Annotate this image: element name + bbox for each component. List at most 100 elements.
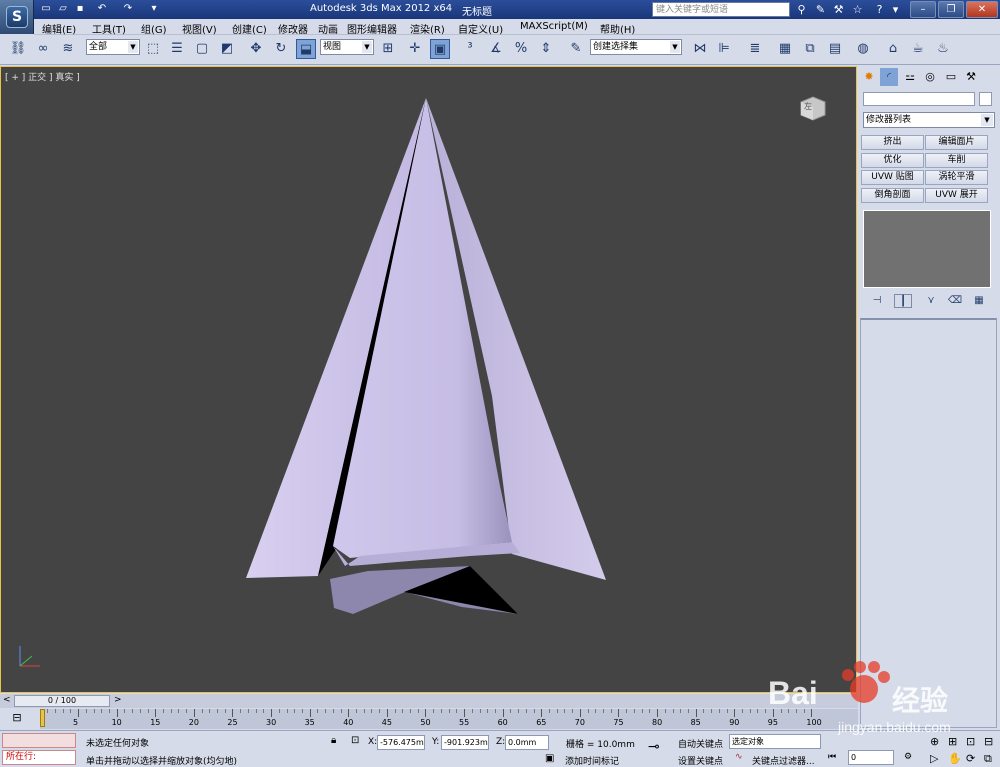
menu-animation[interactable]: 动画: [318, 21, 338, 36]
edit-named-selection-icon[interactable]: ✎: [566, 39, 586, 59]
spinner-snap-icon[interactable]: ⇕: [536, 39, 556, 59]
snap-toggle-icon[interactable]: ³: [460, 39, 480, 59]
close-button[interactable]: ✕: [966, 1, 998, 18]
x-coordinate-field[interactable]: -576.475m: [377, 735, 425, 750]
create-tab-icon[interactable]: ✸: [860, 68, 878, 86]
unlink-icon[interactable]: ∞: [33, 39, 53, 59]
maximize-viewport-icon[interactable]: ⧉: [984, 752, 992, 766]
time-next-icon[interactable]: >: [114, 695, 122, 705]
angle-snap-icon[interactable]: ∡: [486, 39, 506, 59]
select-object-icon[interactable]: ⬚: [143, 39, 163, 59]
modifier-button-turbosmooth[interactable]: 涡轮平滑: [925, 170, 988, 185]
menu-rendering[interactable]: 渲染(R): [410, 21, 445, 36]
undo-icon[interactable]: ↶: [96, 3, 108, 15]
zoom-icon[interactable]: ⊕: [930, 735, 939, 748]
field-of-view-icon[interactable]: ▷: [930, 752, 938, 765]
modifier-list-dropdown[interactable]: 修改器列表 ▼: [863, 112, 995, 128]
viewcube[interactable]: 左: [798, 95, 828, 121]
auto-key-button[interactable]: 自动关键点: [678, 737, 723, 750]
orbit-icon[interactable]: ⟳: [966, 752, 975, 765]
binoculars-icon[interactable]: ⚲: [794, 2, 809, 17]
bind-space-warp-icon[interactable]: ≋: [58, 39, 78, 59]
window-crossing-icon[interactable]: ◩: [217, 39, 237, 59]
goto-start-icon[interactable]: ⏮: [828, 752, 836, 762]
search-input[interactable]: 键入关键字或短语: [652, 2, 790, 17]
zoom-extents-all-icon[interactable]: ⊟: [984, 735, 993, 748]
favorites-icon[interactable]: ☆: [850, 2, 865, 17]
layer-manager-icon[interactable]: ≣: [745, 39, 765, 59]
z-coordinate-field[interactable]: 0.0mm: [505, 735, 549, 750]
menu-group[interactable]: 组(G): [141, 21, 167, 36]
modifier-button-optimize[interactable]: 优化: [861, 153, 924, 168]
object-color-swatch[interactable]: [979, 92, 992, 106]
subscription-icon[interactable]: ✎: [813, 2, 828, 17]
rect-selection-icon[interactable]: ▢: [192, 39, 212, 59]
pan-icon[interactable]: ✋: [948, 752, 962, 765]
menu-tools[interactable]: 工具(T): [92, 21, 126, 36]
help-icon[interactable]: ?: [872, 2, 887, 17]
remove-modifier-icon[interactable]: ⌫: [946, 294, 964, 308]
move-icon[interactable]: ✥: [246, 39, 266, 59]
align-icon[interactable]: ⊫: [714, 39, 734, 59]
display-tab-icon[interactable]: ▭: [942, 68, 960, 86]
menu-customize[interactable]: 自定义(U): [458, 21, 503, 36]
pin-stack-icon[interactable]: ⊣: [868, 294, 886, 308]
configure-sets-icon[interactable]: ▦: [970, 294, 988, 308]
scale-icon[interactable]: ⬓: [296, 39, 316, 59]
open-file-icon[interactable]: ▱: [57, 3, 69, 15]
motion-tab-icon[interactable]: ◎: [921, 68, 939, 86]
key-icon[interactable]: ⊸: [648, 739, 660, 755]
schematic-view-icon[interactable]: ▤: [825, 39, 845, 59]
object-name-field[interactable]: [863, 92, 975, 106]
menu-view[interactable]: 视图(V): [182, 21, 217, 36]
help-dropdown-icon[interactable]: ▾: [888, 2, 903, 17]
frame-ruler[interactable]: 5 10 15 20 25 30 35 40 45 50 55 60 65 70 75 80 85 90 95 100: [40, 709, 858, 729]
maxscript-listener[interactable]: [2, 733, 76, 748]
pivot-center-icon[interactable]: ⊞: [378, 39, 398, 59]
app-logo[interactable]: S: [0, 0, 34, 34]
zoom-all-icon[interactable]: ⊞: [948, 735, 957, 748]
key-filters-button[interactable]: 关键点过滤器...: [752, 754, 815, 767]
modifier-button-extrude[interactable]: 挤出: [861, 135, 924, 150]
pyramid-mesh[interactable]: [0, 66, 857, 693]
absolute-mode-icon[interactable]: ⊡: [351, 735, 359, 746]
zoom-extents-icon[interactable]: ⊡: [966, 735, 975, 748]
render-production-icon[interactable]: ♨: [933, 39, 953, 59]
modifier-stack[interactable]: [863, 210, 991, 288]
graphite-toolbar-icon[interactable]: ▦: [775, 39, 795, 59]
set-key-button[interactable]: 设置关键点: [678, 754, 723, 767]
menu-help[interactable]: 帮助(H): [600, 21, 635, 36]
make-unique-icon[interactable]: ⋎: [922, 294, 940, 308]
utilities-tab-icon[interactable]: ⚒: [962, 68, 980, 86]
named-selection-dropdown[interactable]: 创建选择集 ▼: [590, 39, 682, 55]
percent-snap-icon[interactable]: %: [511, 39, 531, 59]
reference-coord-dropdown[interactable]: 视图 ▼: [320, 39, 374, 55]
selection-filter-dropdown[interactable]: 全部 ▼: [86, 39, 140, 55]
select-by-name-icon[interactable]: ☰: [167, 39, 187, 59]
time-prev-icon[interactable]: <: [3, 695, 11, 705]
modifier-button-uvw-map[interactable]: UVW 贴图: [861, 170, 924, 185]
select-manipulate-icon[interactable]: ✛: [405, 39, 425, 59]
link-icon[interactable]: ⛓: [8, 39, 28, 59]
menu-create[interactable]: 创建(C): [232, 21, 267, 36]
modifier-button-edit-patch[interactable]: 编辑面片: [925, 135, 988, 150]
render-setup-icon[interactable]: ⌂: [883, 39, 903, 59]
menu-maxscript[interactable]: MAXScript(M): [520, 21, 588, 32]
menu-graph-editors[interactable]: 图形编辑器: [347, 21, 397, 36]
rotate-icon[interactable]: ↻: [271, 39, 291, 59]
lock-selection-icon[interactable]: 🔒︎: [331, 735, 336, 746]
time-tag-icon[interactable]: ▣: [545, 753, 554, 764]
quick-access-dropdown-icon[interactable]: ▾: [148, 3, 160, 15]
y-coordinate-field[interactable]: -901.923m: [441, 735, 489, 750]
menu-modifiers[interactable]: 修改器: [278, 21, 308, 36]
current-frame-marker[interactable]: [40, 709, 45, 727]
mirror-icon[interactable]: ⋈: [690, 39, 710, 59]
maxscript-line[interactable]: 所在行:: [2, 750, 76, 765]
modifier-button-uvw-unwrap[interactable]: UVW 展开: [925, 188, 988, 203]
keyboard-shortcut-icon[interactable]: ▣: [430, 39, 450, 59]
modifier-button-lathe[interactable]: 车削: [925, 153, 988, 168]
restore-button[interactable]: ❐: [938, 1, 964, 18]
rendered-frame-icon[interactable]: ☕: [908, 39, 928, 59]
key-mode-dropdown[interactable]: 选定对象: [729, 734, 821, 749]
add-time-tag[interactable]: 添加时间标记: [565, 754, 619, 767]
